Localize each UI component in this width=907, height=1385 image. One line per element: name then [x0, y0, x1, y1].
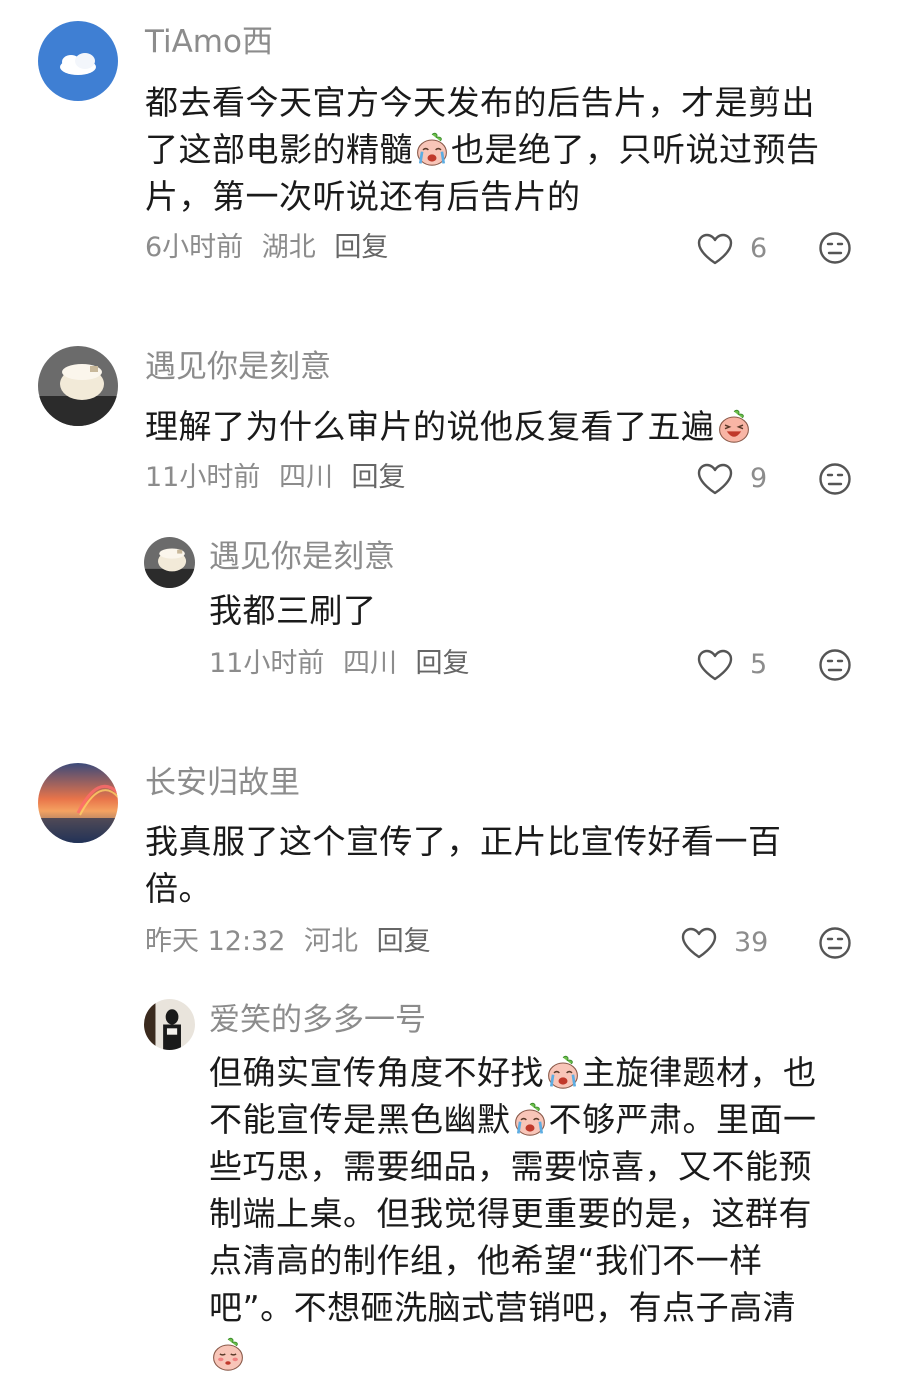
- username[interactable]: 遇见你是刻意: [145, 347, 331, 387]
- comment-text-line: 了这部电影的精髓 也是绝了，只听说过预告: [145, 126, 820, 173]
- username[interactable]: 长安归故里: [145, 763, 300, 803]
- comment-text: 都去看今天官方今天发布的后告片，才是剪出 了这部电影的精髓 也是绝了，只听说过预告…: [145, 79, 820, 220]
- comment-text-line: 片，第一次听说还有后告片的: [145, 177, 581, 216]
- comment-text-segment: 不够严肃。里面一: [548, 1100, 817, 1139]
- comment-text-segment: 也是绝了，只听说过预告: [451, 130, 820, 169]
- neutral-face-icon: [818, 648, 852, 682]
- comment-text: 但确实宣传角度不好找 主旋律题材，也 不能宣传是黑色幽默 不够严肃。里面一 些巧思，…: [209, 1049, 817, 1378]
- heart-outline-icon: [696, 462, 734, 496]
- comment-text-segment: 主旋律题材，也: [582, 1053, 817, 1092]
- avatar[interactable]: [144, 999, 195, 1050]
- dislike-button[interactable]: [818, 926, 852, 960]
- shy-peach-emoji: [210, 1336, 246, 1372]
- like-button[interactable]: 5: [696, 645, 767, 685]
- comment-location: 河北: [304, 926, 358, 957]
- avatar[interactable]: [38, 346, 118, 426]
- reply-button[interactable]: 回复: [352, 462, 406, 493]
- comment-text: 我真服了这个宣传了，正片比宣传好看一百 倍。: [145, 818, 782, 912]
- comment-text-line: 都去看今天官方今天发布的后告片，才是剪出: [145, 83, 815, 122]
- comment-location: 四川: [342, 648, 397, 679]
- username[interactable]: TiAmo西: [145, 22, 273, 62]
- comment-location: 四川: [278, 462, 333, 493]
- avatar[interactable]: [38, 763, 118, 843]
- comment-text-line: 但确实宣传角度不好找 主旋律题材，也: [209, 1049, 817, 1096]
- comment-text-line: 制端上桌。但我觉得更重要的是，这群有: [209, 1194, 812, 1233]
- crying-peach-emoji: [414, 131, 450, 167]
- like-count: 39: [734, 927, 769, 958]
- reply-button[interactable]: 回复: [377, 926, 431, 957]
- laughing-peach-emoji: [716, 408, 752, 444]
- like-count: 9: [750, 463, 768, 494]
- comment-text-segment: 了这部电影的精髓: [145, 130, 413, 169]
- comment-time: 11小时前: [145, 462, 261, 493]
- heart-outline-icon: [680, 926, 718, 960]
- comment-location: 湖北: [261, 232, 316, 263]
- heart-outline-icon: [696, 648, 734, 682]
- dislike-button[interactable]: [818, 231, 852, 265]
- comment-text-line: 我都三刷了: [209, 591, 377, 630]
- comment-text-line: [209, 1331, 817, 1378]
- dislike-button[interactable]: [818, 462, 852, 496]
- comment-text-line: 点清高的制作组，他希望“我们不一样: [209, 1241, 763, 1280]
- like-button[interactable]: 6: [696, 229, 767, 269]
- avatar[interactable]: [38, 21, 118, 101]
- comment-meta: 11小时前 四川 回复: [145, 460, 416, 496]
- comment-meta: 昨天 12:32 河北 回复: [145, 924, 441, 960]
- comment-text-line: 我真服了这个宣传了，正片比宣传好看一百: [145, 822, 782, 861]
- neutral-face-icon: [818, 231, 852, 265]
- like-button[interactable]: 9: [696, 459, 767, 499]
- heart-outline-icon: [696, 232, 734, 266]
- like-button[interactable]: 39: [680, 923, 768, 963]
- crying-peach-emoji: [545, 1054, 581, 1090]
- comment-text-line: 不能宣传是黑色幽默 不够严肃。里面一: [209, 1096, 817, 1143]
- comment-text-line: 吧”。不想砸洗脑式营销吧，有点子高清: [209, 1288, 797, 1327]
- neutral-face-icon: [818, 462, 852, 496]
- comment-meta: 6小时前 湖北 回复: [145, 230, 398, 266]
- reply-button[interactable]: 回复: [334, 232, 388, 263]
- comment-time: 6小时前: [145, 232, 244, 263]
- comment-time: 11小时前: [209, 648, 325, 679]
- dislike-button[interactable]: [818, 648, 852, 682]
- comment-text: 理解了为什么审片的说他反复看了五遍: [145, 403, 753, 450]
- like-count: 6: [750, 233, 768, 264]
- username[interactable]: 爱笑的多多一号: [209, 1000, 426, 1040]
- avatar[interactable]: [144, 537, 195, 588]
- comment-text: 我都三刷了: [209, 587, 377, 634]
- like-count: 5: [750, 649, 768, 680]
- comment-meta: 11小时前 四川 回复: [209, 646, 480, 682]
- comment-text-segment: 但确实宣传角度不好找: [209, 1053, 544, 1092]
- comment-text-line: 倍。: [145, 869, 212, 908]
- neutral-face-icon: [818, 926, 852, 960]
- username[interactable]: 遇见你是刻意: [209, 537, 395, 577]
- comment-time: 昨天 12:32: [145, 926, 286, 957]
- crying-peach-emoji: [512, 1101, 548, 1137]
- comment-text-segment: 理解了为什么审片的说他反复看了五遍: [145, 407, 715, 446]
- comment-text-line: 些巧思，需要细品，需要惊喜，又不能预: [209, 1147, 812, 1186]
- reply-button[interactable]: 回复: [416, 648, 470, 679]
- comment-text-segment: 不能宣传是黑色幽默: [209, 1100, 511, 1139]
- comment-text-line: 理解了为什么审片的说他反复看了五遍: [145, 403, 753, 450]
